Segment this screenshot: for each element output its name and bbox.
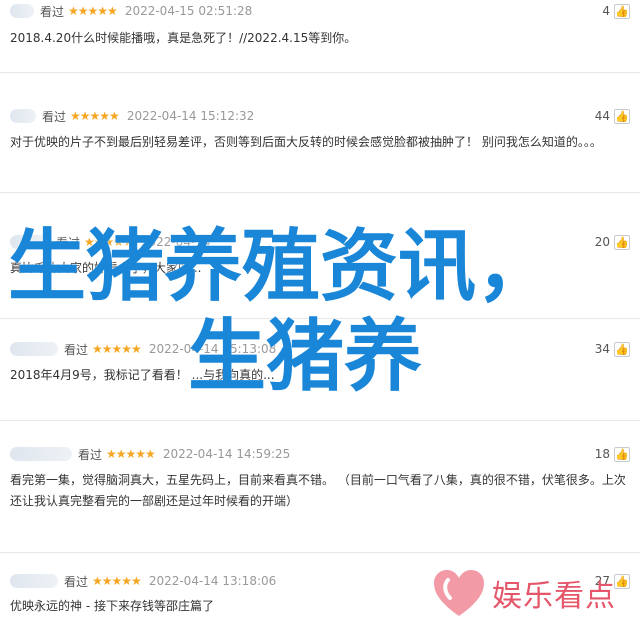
review-text: 对于优映的片子不到最后别轻易差评，否则等到后面大反转的时候会感觉脸都被抽肿了！ … bbox=[10, 135, 602, 149]
watermark-text: 娱乐看点 bbox=[492, 579, 616, 614]
star-rating: ★★★★★ bbox=[70, 109, 120, 123]
review-meta: 看过 ★★★★★ 2022-04-14 14:59:25 18 👍 bbox=[10, 444, 630, 464]
thumbs-up-icon[interactable]: 👍 bbox=[614, 3, 630, 19]
review-date: 2022-04-14 14:59:25 bbox=[162, 447, 291, 461]
divider bbox=[0, 552, 640, 553]
helpful-count: 34 bbox=[594, 342, 610, 356]
helpful-vote[interactable]: 20 👍 bbox=[594, 234, 630, 250]
reviewer-name-redacted bbox=[10, 109, 36, 123]
review-meta: 看过 ★★★★★ 2022-04-14 15:12:32 44 👍 bbox=[10, 106, 630, 126]
rating-word: 看过 bbox=[40, 4, 65, 19]
star-rating: ★★★★★ bbox=[106, 447, 156, 461]
helpful-count: 20 bbox=[594, 235, 610, 249]
helpful-vote[interactable]: 34 👍 bbox=[594, 341, 630, 357]
star-rating: ★★★★★ bbox=[92, 342, 142, 356]
helpful-vote[interactable]: 4 👍 bbox=[602, 3, 630, 19]
star-rating: ★★★★★ bbox=[68, 4, 118, 18]
rating-word: 看过 bbox=[78, 447, 103, 462]
overlay-headline: 生猪养殖资讯， bbox=[8, 222, 555, 312]
helpful-count: 4 bbox=[602, 4, 610, 18]
review-text: 2018.4.20什么时候能播哦，真是急死了！//2022.4.15等到你。 bbox=[10, 31, 357, 45]
review-date: 2022-04-14 15:12:32 bbox=[126, 109, 255, 123]
reviewer-name-redacted bbox=[10, 342, 58, 356]
review-text: 看完第一集，觉得脑洞真大，五星先码上，目前来看真不错。 （目前一口气看了八集，真… bbox=[10, 473, 626, 508]
review-date: 2022-04-14 13:18:06 bbox=[148, 574, 277, 588]
thumbs-up-icon[interactable]: 👍 bbox=[614, 573, 630, 589]
divider bbox=[0, 192, 640, 193]
reviewer-name-redacted bbox=[10, 4, 34, 18]
heart-logo-icon bbox=[434, 570, 484, 616]
rating-word: 看过 bbox=[64, 342, 89, 357]
review-date: 2022-04-15 02:51:28 bbox=[124, 4, 253, 18]
rating-word: 看过 bbox=[64, 574, 89, 589]
thumbs-up-icon[interactable]: 👍 bbox=[614, 108, 630, 124]
divider bbox=[0, 420, 640, 421]
thumbs-up-icon[interactable]: 👍 bbox=[614, 446, 630, 462]
review-meta: 看过 ★★★★★ 2022-04-15 02:51:28 4 👍 bbox=[10, 1, 630, 21]
rating-word: 看过 bbox=[42, 109, 67, 124]
overlay-subheadline: 生猪养 bbox=[188, 312, 423, 402]
thumbs-up-icon[interactable]: 👍 bbox=[614, 234, 630, 250]
helpful-vote[interactable]: 18 👍 bbox=[594, 446, 630, 462]
thumbs-up-icon[interactable]: 👍 bbox=[614, 341, 630, 357]
helpful-count: 44 bbox=[594, 109, 610, 123]
reviewer-name-redacted bbox=[10, 574, 58, 588]
reviewer-name-redacted bbox=[10, 447, 72, 461]
helpful-count: 18 bbox=[594, 447, 610, 461]
star-rating: ★★★★★ bbox=[92, 574, 142, 588]
watermark: 娱乐看点 bbox=[432, 568, 616, 618]
divider bbox=[0, 72, 640, 73]
helpful-vote[interactable]: 44 👍 bbox=[594, 108, 630, 124]
